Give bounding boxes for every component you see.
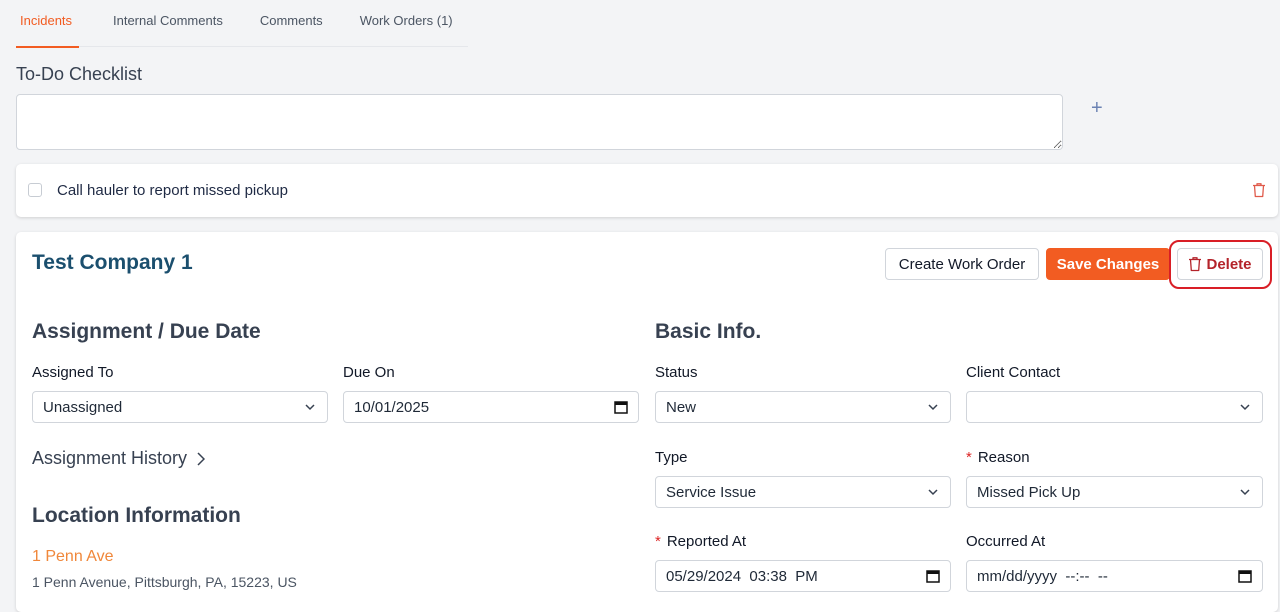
reason-value: Missed Pick Up — [977, 483, 1081, 501]
todo-item-checkbox[interactable] — [28, 183, 42, 197]
client-contact-label: Client Contact — [966, 364, 1061, 381]
chevron-down-icon — [1240, 489, 1250, 496]
location-name-link[interactable]: 1 Penn Ave — [32, 548, 114, 566]
due-on-value: 10/01/2025 — [354, 398, 430, 416]
reported-at-input[interactable]: 05/29/2024 03:38 PM — [655, 560, 951, 592]
todo-item-card: Call hauler to report missed pickup — [16, 164, 1278, 217]
assigned-to-value: Unassigned — [43, 398, 123, 416]
add-todo-icon[interactable]: + — [1091, 97, 1103, 119]
create-work-order-button[interactable]: Create Work Order — [885, 248, 1039, 280]
tab-work-orders[interactable]: Work Orders (1) — [360, 0, 453, 47]
chevron-down-icon — [928, 404, 938, 411]
reason-label-text: Reason — [977, 449, 1030, 466]
occurred-at-value: mm/dd/yyyy --:-- -- — [977, 567, 1108, 585]
status-value: New — [666, 398, 697, 416]
type-select[interactable]: Service Issue — [655, 476, 951, 508]
company-title: Test Company 1 — [32, 251, 193, 274]
occurred-at-input[interactable]: mm/dd/yyyy --:-- -- — [966, 560, 1263, 592]
chevron-right-icon — [197, 451, 206, 466]
location-section-title: Location Information — [32, 504, 241, 527]
assigned-to-label: Assigned To — [32, 364, 114, 381]
incident-card: Test Company 1 Create Work Order Save Ch… — [16, 232, 1278, 612]
assignment-history-label: Assignment History — [32, 448, 188, 468]
assigned-to-select[interactable]: Unassigned — [32, 391, 328, 423]
delete-button-label: Delete — [1206, 255, 1252, 273]
todo-checklist-title: To-Do Checklist — [16, 64, 143, 84]
reported-at-label-text: Reported At — [666, 533, 747, 550]
chevron-down-icon — [928, 489, 938, 496]
calendar-icon[interactable] — [614, 400, 628, 414]
tab-internal-comments[interactable]: Internal Comments — [113, 0, 223, 47]
reason-label: * Reason — [966, 449, 1030, 466]
type-value: Service Issue — [666, 483, 757, 501]
todo-item-label: Call hauler to report missed pickup — [57, 182, 288, 199]
trash-icon[interactable] — [1252, 182, 1266, 198]
tab-bar: Incidents Internal Comments Comments Wor… — [16, 0, 468, 48]
save-changes-button[interactable]: Save Changes — [1046, 248, 1170, 280]
chevron-down-icon — [305, 404, 315, 411]
basic-info-section-title: Basic Info. — [655, 320, 762, 343]
required-marker: * — [966, 449, 972, 466]
calendar-icon[interactable] — [926, 569, 940, 583]
todo-input[interactable] — [16, 94, 1063, 150]
trash-icon — [1189, 257, 1202, 272]
due-on-input[interactable]: 10/01/2025 — [343, 391, 639, 423]
occurred-at-label: Occurred At — [966, 533, 1046, 550]
assignment-history-toggle[interactable]: Assignment History — [32, 448, 206, 469]
tab-incidents[interactable]: Incidents — [16, 0, 79, 48]
type-label: Type — [655, 449, 688, 466]
assignment-section-title: Assignment / Due Date — [32, 320, 261, 343]
reported-at-value: 05/29/2024 03:38 PM — [666, 567, 818, 585]
reported-at-label: * Reported At — [655, 533, 746, 550]
calendar-icon[interactable] — [1238, 569, 1252, 583]
location-address: 1 Penn Avenue, Pittsburgh, PA, 15223, US — [32, 574, 297, 590]
required-marker: * — [655, 533, 661, 550]
chevron-down-icon — [1240, 404, 1250, 411]
delete-button[interactable]: Delete — [1177, 248, 1263, 280]
tab-comments[interactable]: Comments — [260, 0, 323, 47]
status-select[interactable]: New — [655, 391, 951, 423]
status-label: Status — [655, 364, 698, 381]
reason-select[interactable]: Missed Pick Up — [966, 476, 1263, 508]
client-contact-select[interactable] — [966, 391, 1263, 423]
due-on-label: Due On — [343, 364, 395, 381]
